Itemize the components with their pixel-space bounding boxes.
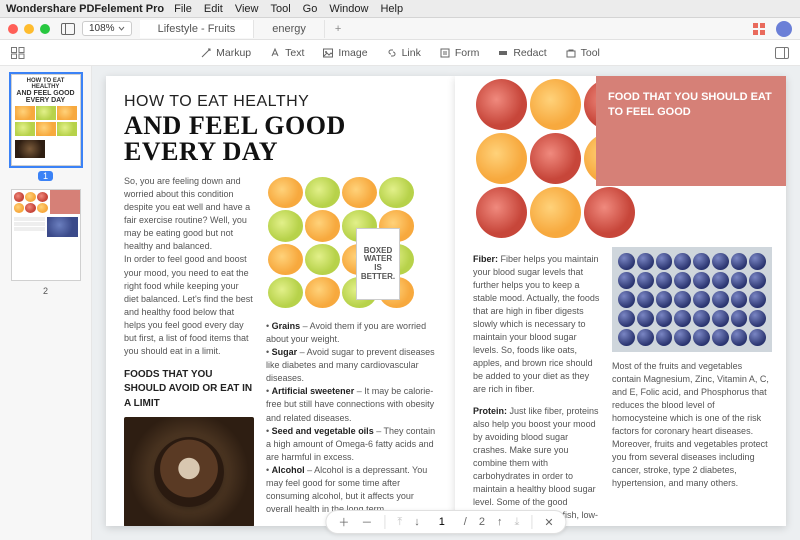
prev-page-icon[interactable]: ↓ bbox=[414, 516, 420, 528]
markup-icon bbox=[200, 47, 212, 59]
thumbnail-page-2[interactable] bbox=[11, 189, 81, 281]
first-page-icon[interactable]: ⤒ bbox=[397, 516, 402, 529]
page2-main-column: Fiber: Fiber helps you maintain your blo… bbox=[473, 247, 600, 526]
image-icon bbox=[322, 47, 334, 59]
apps-grid-icon[interactable] bbox=[752, 22, 766, 36]
tool-link[interactable]: Link bbox=[386, 47, 421, 59]
thumbnail-panel: HOW TO EAT HEALTHY AND FEEL GOOD EVERY D… bbox=[0, 66, 92, 540]
tool-form[interactable]: Form bbox=[439, 47, 480, 59]
zoom-value: 108% bbox=[89, 23, 115, 34]
tool-tool[interactable]: Tool bbox=[565, 47, 600, 59]
boxed-water-label: BOXED WATER IS BETTER. bbox=[356, 228, 400, 300]
chevron-down-icon bbox=[118, 26, 125, 31]
document-viewer[interactable]: HOW TO EAT HEALTHY AND FEEL GOOD EVERY D… bbox=[92, 66, 800, 540]
tab-energy[interactable]: energy bbox=[254, 20, 325, 38]
properties-panel-icon[interactable] bbox=[774, 45, 790, 61]
blueberry-image bbox=[612, 247, 772, 352]
page-total: 2 bbox=[479, 516, 485, 528]
zoom-in-icon[interactable]: ＋ bbox=[338, 514, 349, 530]
macos-menubar: Wondershare PDFelement Pro File Edit Vie… bbox=[0, 0, 800, 18]
citrus-image: BOXED WATER IS BETTER. bbox=[266, 175, 416, 310]
thumbnail-label-2: 2 bbox=[38, 286, 53, 296]
add-tab-button[interactable]: + bbox=[325, 20, 351, 38]
zoom-select[interactable]: 108% bbox=[82, 21, 132, 36]
page-navigator: ＋ － ⤒ ↓ / 2 ↑ ⤓ ✕ bbox=[325, 510, 566, 534]
coffee-image bbox=[124, 417, 254, 526]
page-1: HOW TO EAT HEALTHY AND FEEL GOOD EVERY D… bbox=[106, 76, 455, 526]
user-avatar[interactable] bbox=[776, 21, 792, 37]
menu-view[interactable]: View bbox=[235, 3, 259, 15]
menu-edit[interactable]: Edit bbox=[204, 3, 223, 15]
thumbnail-page-1[interactable]: HOW TO EAT HEALTHY AND FEEL GOOD EVERY D… bbox=[11, 74, 81, 166]
page-title: HOW TO EAT HEALTHY AND FEEL GOOD EVERY D… bbox=[124, 90, 437, 165]
bullets: • Grains – Avoid them if you are worried… bbox=[266, 320, 437, 516]
next-page-icon[interactable]: ↑ bbox=[497, 516, 503, 528]
redact-icon bbox=[497, 47, 509, 59]
link-icon bbox=[386, 47, 398, 59]
page-2: FOOD THAT YOU SHOULD EAT TO FEEL GOOD Fi… bbox=[455, 76, 786, 526]
thumbnails-panel-icon[interactable] bbox=[10, 45, 26, 61]
menu-file[interactable]: File bbox=[174, 3, 192, 15]
window-controls bbox=[8, 24, 50, 34]
document-tabs: Lifestyle - Fruits energy + bbox=[140, 20, 752, 38]
form-icon bbox=[439, 47, 451, 59]
minimize-window-icon[interactable] bbox=[24, 24, 34, 34]
tool-markup[interactable]: Markup bbox=[200, 47, 251, 59]
page-spread: HOW TO EAT HEALTHY AND FEEL GOOD EVERY D… bbox=[106, 76, 786, 526]
toolbar: Markup Text Image Link Form Redact Tool bbox=[0, 40, 800, 66]
close-window-icon[interactable] bbox=[8, 24, 18, 34]
menu-tool[interactable]: Tool bbox=[270, 3, 290, 15]
sidebar-toggle-icon[interactable] bbox=[60, 21, 76, 37]
tool-text[interactable]: Text bbox=[269, 47, 304, 59]
zoom-out-icon[interactable]: － bbox=[361, 514, 372, 530]
avoid-heading: FOODS THAT YOU SHOULD AVOID OR EAT IN A … bbox=[124, 368, 254, 412]
page-sep: / bbox=[464, 516, 467, 528]
intro-text: So, you are feeling down and worried abo… bbox=[124, 175, 254, 358]
titlebar: 108% Lifestyle - Fruits energy + bbox=[0, 18, 800, 40]
workspace: HOW TO EAT HEALTHY AND FEEL GOOD EVERY D… bbox=[0, 66, 800, 540]
page2-side-column: Most of the fruits and vegetables contai… bbox=[612, 247, 772, 526]
text-icon bbox=[269, 47, 281, 59]
page-input[interactable] bbox=[432, 516, 452, 528]
menu-window[interactable]: Window bbox=[329, 3, 368, 15]
tool-redact[interactable]: Redact bbox=[497, 47, 546, 59]
fullscreen-window-icon[interactable] bbox=[40, 24, 50, 34]
tab-lifestyle-fruits[interactable]: Lifestyle - Fruits bbox=[140, 20, 255, 38]
tool-image[interactable]: Image bbox=[322, 47, 367, 59]
menu-help[interactable]: Help bbox=[380, 3, 403, 15]
thumbnail-label-1: 1 bbox=[38, 171, 53, 181]
app-name: Wondershare PDFelement Pro bbox=[6, 3, 164, 15]
menu-go[interactable]: Go bbox=[303, 3, 318, 15]
toolbox-icon bbox=[565, 47, 577, 59]
page2-hero: FOOD THAT YOU SHOULD EAT TO FEEL GOOD bbox=[596, 76, 786, 186]
close-pager-icon[interactable]: ✕ bbox=[544, 516, 553, 529]
last-page-icon[interactable]: ⤓ bbox=[514, 516, 519, 529]
